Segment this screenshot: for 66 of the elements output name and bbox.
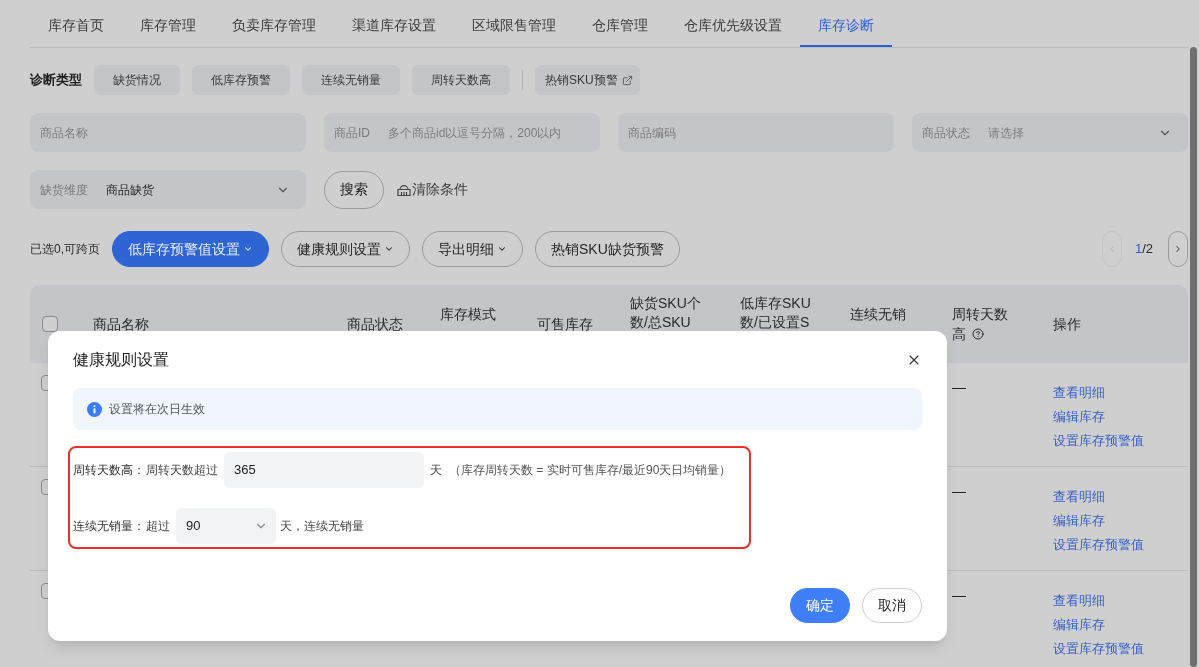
action-link[interactable]: 编辑库存	[1053, 511, 1105, 531]
rule-suffix: 天，连续无销量	[280, 518, 364, 535]
column-header: 操作	[1053, 315, 1081, 334]
rule-note: （库存周转天数 = 实时可售库存/最近90天日均销量）	[449, 462, 732, 479]
field-label: 缺货维度	[40, 181, 88, 199]
rule-label: 连续无销量：	[73, 518, 145, 535]
filter-chip[interactable]: 周转天数高	[412, 65, 510, 95]
info-icon	[87, 401, 102, 417]
nav-tab[interactable]: 库存首页	[30, 0, 122, 47]
field-label: 商品状态	[922, 124, 970, 142]
select-field[interactable]: 缺货维度 商品缺货	[30, 170, 306, 209]
rule-prefix: 超过	[146, 518, 170, 535]
table-cell: —	[952, 587, 966, 603]
filter-label: 诊断类型	[30, 71, 82, 90]
column-header: 商品状态	[347, 315, 403, 334]
rule-label: 周转天数高：	[73, 462, 145, 479]
nav-tab[interactable]: 仓库优先级设置	[666, 0, 800, 47]
action-link[interactable]: 设置库存预警值	[1053, 535, 1144, 555]
brush-icon	[397, 183, 411, 196]
confirm-button[interactable]: 确定	[790, 588, 850, 623]
action-link[interactable]: 查看明细	[1053, 383, 1105, 403]
action-link[interactable]: 查看明细	[1053, 591, 1105, 611]
nav-tab[interactable]: 渠道库存设置	[334, 0, 454, 47]
toolbar-button[interactable]: 低库存预警值设置	[112, 231, 269, 267]
filter-chip[interactable]: 连续无销量	[302, 65, 400, 95]
nav-tab[interactable]: 区域限售管理	[454, 0, 574, 47]
column-header: 周转天数高	[952, 306, 1008, 342]
action-link[interactable]: 编辑库存	[1053, 407, 1105, 427]
nav-tab[interactable]: 库存管理	[122, 0, 214, 47]
nav-tab[interactable]: 仓库管理	[574, 0, 666, 47]
column-header: 连续无销	[850, 305, 906, 324]
caret-icon	[243, 244, 253, 254]
notice-text: 设置将在次日生效	[109, 401, 205, 418]
column-header: 低库存SKU数/已设置S	[740, 294, 812, 332]
chevron-right-icon	[1173, 244, 1183, 254]
nav-tab[interactable]: 负卖库存管理	[214, 0, 334, 47]
cancel-button[interactable]: 取消	[862, 588, 922, 623]
days-input[interactable]: 365	[224, 452, 424, 488]
scrollbar[interactable]	[1190, 47, 1197, 667]
table-cell: —	[952, 379, 966, 395]
filter-chip[interactable]: 低库存预警	[192, 65, 290, 95]
checkbox[interactable]	[42, 316, 58, 332]
table-cell: —	[952, 483, 966, 499]
column-header: 缺货SKU个数/总SKU	[630, 294, 702, 332]
current-page: 1	[1134, 240, 1143, 259]
days-select[interactable]: 90	[176, 508, 276, 544]
column-header: 库存模式	[440, 305, 496, 324]
action-link[interactable]: 设置库存预警值	[1053, 639, 1144, 659]
action-link[interactable]: 设置库存预警值	[1053, 431, 1144, 451]
caret-icon	[384, 244, 394, 254]
selection-count: 已选0,可跨页	[30, 241, 100, 258]
external-link-icon	[621, 74, 633, 86]
clear-filters-button[interactable]: 清除条件	[397, 179, 468, 200]
column-header: 商品名称	[93, 315, 149, 334]
action-link[interactable]: 编辑库存	[1053, 615, 1105, 635]
nav-tab[interactable]: 库存诊断	[800, 0, 892, 47]
dialog-title: 健康规则设置	[73, 350, 169, 370]
column-header: 可售库存	[537, 315, 593, 334]
field-label: 商品ID	[334, 124, 370, 142]
filter-chip[interactable]: 缺货情况	[94, 65, 180, 95]
rule-suffix: 天	[430, 462, 442, 479]
rule-prefix: 周转天数超过	[146, 462, 218, 479]
page-total: /2	[1142, 240, 1153, 259]
caret-icon	[497, 244, 507, 254]
action-link[interactable]: 查看明细	[1053, 487, 1105, 507]
filter-chip[interactable]: 热销SKU预警	[535, 65, 640, 95]
